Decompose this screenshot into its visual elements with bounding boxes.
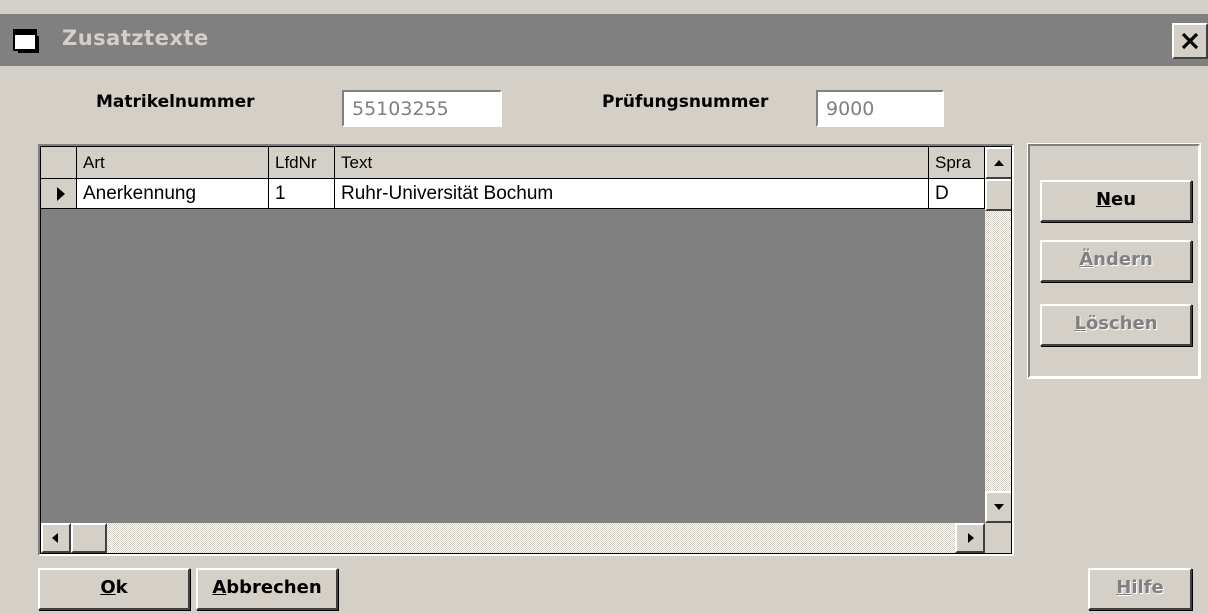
close-button[interactable] bbox=[1172, 23, 1208, 59]
window-title: Zusatztexte bbox=[62, 26, 209, 50]
abbrechen-accel: A bbox=[212, 577, 227, 598]
aendern-label: ndern bbox=[1093, 249, 1153, 270]
arrow-right-icon bbox=[968, 533, 974, 543]
row-pointer-icon bbox=[57, 187, 65, 201]
aendern-accel: Ä bbox=[1079, 249, 1094, 270]
horizontal-scroll-thumb[interactable] bbox=[71, 523, 107, 553]
column-header-text[interactable]: Text bbox=[335, 147, 929, 179]
hilfe-label: ilfe bbox=[1131, 577, 1164, 598]
grid-body: Art LfdNr Text Spra Anerkennung 1 Ruhr-U… bbox=[40, 146, 1012, 554]
scroll-left-button[interactable] bbox=[41, 523, 71, 553]
cell-sprache[interactable]: D bbox=[929, 179, 985, 209]
neu-button[interactable]: Neu bbox=[1040, 180, 1192, 222]
pruefungsnummer-label: Prüfungsnummer bbox=[602, 92, 769, 112]
arrow-up-icon bbox=[994, 160, 1004, 166]
ok-accel: O bbox=[100, 577, 116, 598]
hilfe-accel: H bbox=[1116, 577, 1132, 598]
pruefungsnummer-field[interactable]: 9000 bbox=[816, 90, 944, 127]
abbrechen-button[interactable]: Abbrechen bbox=[196, 568, 338, 610]
vertical-scroll-thumb[interactable] bbox=[985, 179, 1011, 211]
neu-accel: N bbox=[1095, 189, 1112, 210]
ok-label: k bbox=[115, 577, 128, 598]
matrikelnummer-label: Matrikelnummer bbox=[96, 92, 255, 112]
matrikelnummer-field[interactable]: 55103255 bbox=[342, 90, 502, 127]
aendern-button[interactable]: Ändern bbox=[1040, 240, 1192, 282]
scroll-up-button[interactable] bbox=[985, 147, 1011, 179]
horizontal-scrollbar[interactable] bbox=[41, 523, 985, 553]
arrow-down-icon bbox=[994, 504, 1004, 510]
header-corner bbox=[41, 147, 77, 179]
title-bar[interactable]: Zusatztexte bbox=[0, 14, 1208, 66]
zusatztexte-dialog: Zusatztexte Matrikelnummer 55103255 Prüf… bbox=[0, 0, 1208, 614]
loeschen-label: öschen bbox=[1085, 313, 1158, 334]
scroll-down-button[interactable] bbox=[985, 491, 1011, 523]
column-header-art[interactable]: Art bbox=[77, 147, 269, 179]
loeschen-button[interactable]: Löschen bbox=[1040, 304, 1192, 346]
close-icon bbox=[1182, 33, 1198, 49]
neu-label: eu bbox=[1111, 189, 1137, 210]
scroll-right-button[interactable] bbox=[955, 523, 985, 553]
cell-art[interactable]: Anerkennung bbox=[77, 179, 269, 209]
cell-lfdnr[interactable]: 1 bbox=[269, 179, 335, 209]
column-header-sprache[interactable]: Spra bbox=[929, 147, 985, 179]
arrow-left-icon bbox=[52, 533, 58, 543]
vertical-scrollbar[interactable] bbox=[985, 147, 1011, 523]
abbrechen-label: bbrechen bbox=[226, 577, 322, 598]
column-header-lfdnr[interactable]: LfdNr bbox=[269, 147, 335, 179]
hilfe-button[interactable]: Hilfe bbox=[1088, 568, 1192, 610]
zusatztexte-grid[interactable]: Art LfdNr Text Spra Anerkennung 1 Ruhr-U… bbox=[38, 144, 1014, 556]
scrollbar-corner bbox=[985, 523, 1011, 553]
cell-text[interactable]: Ruhr-Universität Bochum bbox=[335, 179, 929, 209]
row-selector[interactable] bbox=[41, 179, 77, 209]
loeschen-accel: L bbox=[1074, 313, 1086, 334]
ok-button[interactable]: Ok bbox=[38, 568, 190, 610]
window-icon bbox=[13, 29, 39, 53]
